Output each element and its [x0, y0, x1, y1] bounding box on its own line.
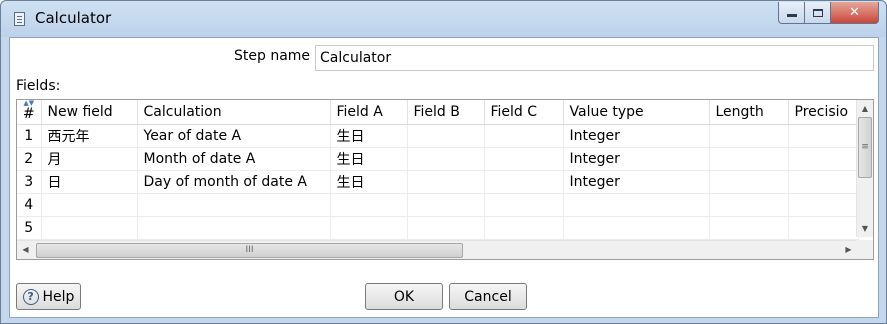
cell-field-b[interactable] — [407, 170, 485, 194]
cell-length[interactable] — [709, 216, 789, 240]
cell-field-b[interactable] — [407, 147, 485, 171]
cancel-button[interactable]: Cancel — [449, 283, 527, 310]
cell-field-b[interactable] — [407, 216, 485, 240]
cell-precision[interactable] — [788, 170, 859, 194]
cell-field-a[interactable]: 生日 — [330, 147, 408, 171]
cell-calculation[interactable] — [137, 193, 331, 217]
cell-new-field[interactable]: 日 — [41, 170, 138, 194]
maximize-button[interactable] — [805, 2, 831, 24]
cell-calculation[interactable]: Day of month of date A — [137, 170, 331, 194]
cell-precision[interactable] — [788, 147, 859, 171]
fields-table: ▲▼ # New field Calculation Field A Field… — [16, 99, 874, 260]
cell-field-b[interactable] — [407, 193, 485, 217]
row-number: 4 — [17, 193, 42, 217]
scrollbar-corner — [856, 240, 873, 259]
table-row[interactable]: 1 西元年 Year of date A 生日 Integer — [17, 124, 859, 148]
step-name-input[interactable] — [315, 45, 874, 71]
cell-value-type[interactable] — [563, 216, 710, 240]
scroll-up-icon[interactable]: ▲ — [857, 100, 873, 117]
cell-precision[interactable] — [788, 193, 859, 217]
column-header-value-type[interactable]: Value type — [563, 100, 710, 125]
table-row[interactable]: 4 — [17, 193, 859, 217]
calculator-dialog: Calculator ✕ Step name Fields: ▲▼ # — [0, 0, 887, 324]
column-header-precision[interactable]: Precisio — [788, 100, 859, 125]
table-row[interactable]: 5 — [17, 216, 859, 240]
table-row[interactable]: 3 日 Day of month of date A 生日 Integer — [17, 170, 859, 194]
minimize-button[interactable] — [778, 2, 805, 24]
cell-calculation[interactable]: Month of date A — [137, 147, 331, 171]
cell-new-field[interactable] — [41, 216, 138, 240]
close-button[interactable]: ✕ — [831, 2, 879, 24]
column-header-field-b[interactable]: Field B — [407, 100, 485, 125]
row-number: 1 — [17, 124, 42, 148]
vertical-scrollbar[interactable]: ▲ ≡ ▼ — [856, 100, 873, 237]
help-button-label: Help — [42, 288, 75, 305]
cell-calculation[interactable] — [137, 216, 331, 240]
dialog-body: Step name Fields: ▲▼ # New field Calcul — [9, 37, 879, 318]
cell-new-field[interactable]: 月 — [41, 147, 138, 171]
cell-field-a[interactable]: 生日 — [330, 124, 408, 148]
cell-length[interactable] — [709, 147, 789, 171]
cell-field-b[interactable] — [407, 124, 485, 148]
question-circle-icon: ? — [22, 288, 39, 305]
cell-field-a[interactable] — [330, 193, 408, 217]
horizontal-scrollbar[interactable]: ◀ III ▶ — [17, 240, 857, 259]
cell-value-type[interactable] — [563, 193, 710, 217]
column-header-field-a[interactable]: Field A — [330, 100, 408, 125]
app-icon — [14, 12, 25, 26]
cell-new-field[interactable]: 西元年 — [41, 124, 138, 148]
column-header-field-c[interactable]: Field C — [484, 100, 564, 125]
table-header-row: ▲▼ # New field Calculation Field A Field… — [17, 100, 859, 125]
row-number: 2 — [17, 147, 42, 171]
maximize-icon — [812, 8, 823, 17]
cell-value-type[interactable]: Integer — [563, 124, 710, 148]
column-header-number[interactable]: ▲▼ # — [17, 100, 42, 125]
cell-precision[interactable] — [788, 216, 859, 240]
cell-field-c[interactable] — [484, 170, 564, 194]
scroll-right-icon[interactable]: ▶ — [840, 241, 857, 259]
minimize-icon — [786, 14, 797, 17]
window-title: Calculator — [35, 9, 112, 27]
horizontal-scroll-thumb[interactable]: III — [36, 243, 463, 258]
cell-value-type[interactable]: Integer — [563, 147, 710, 171]
ok-button[interactable]: OK — [365, 283, 443, 310]
step-name-label: Step name — [234, 48, 311, 64]
cell-field-c[interactable] — [484, 124, 564, 148]
fields-label: Fields: — [16, 78, 61, 94]
column-header-new-field[interactable]: New field — [41, 100, 138, 125]
column-header-length[interactable]: Length — [709, 100, 789, 125]
cell-field-a[interactable] — [330, 216, 408, 240]
title-bar[interactable]: Calculator ✕ — [1, 1, 886, 37]
scroll-left-icon[interactable]: ◀ — [17, 241, 34, 259]
cell-length[interactable] — [709, 124, 789, 148]
cell-field-c[interactable] — [484, 147, 564, 171]
cell-field-a[interactable]: 生日 — [330, 170, 408, 194]
cell-length[interactable] — [709, 170, 789, 194]
help-button[interactable]: ? Help — [16, 283, 81, 310]
row-number: 5 — [17, 216, 42, 240]
scroll-down-icon[interactable]: ▼ — [857, 220, 873, 237]
table-row[interactable]: 2 月 Month of date A 生日 Integer — [17, 147, 859, 171]
cell-field-c[interactable] — [484, 193, 564, 217]
column-header-calculation[interactable]: Calculation — [137, 100, 331, 125]
cell-precision[interactable] — [788, 124, 859, 148]
cell-new-field[interactable] — [41, 193, 138, 217]
window-controls: ✕ — [778, 2, 879, 24]
close-icon: ✕ — [849, 5, 860, 20]
cell-field-c[interactable] — [484, 216, 564, 240]
row-number: 3 — [17, 170, 42, 194]
vertical-scroll-thumb[interactable]: ≡ — [858, 117, 872, 178]
cell-value-type[interactable]: Integer — [563, 170, 710, 194]
cell-calculation[interactable]: Year of date A — [137, 124, 331, 148]
cell-length[interactable] — [709, 193, 789, 217]
